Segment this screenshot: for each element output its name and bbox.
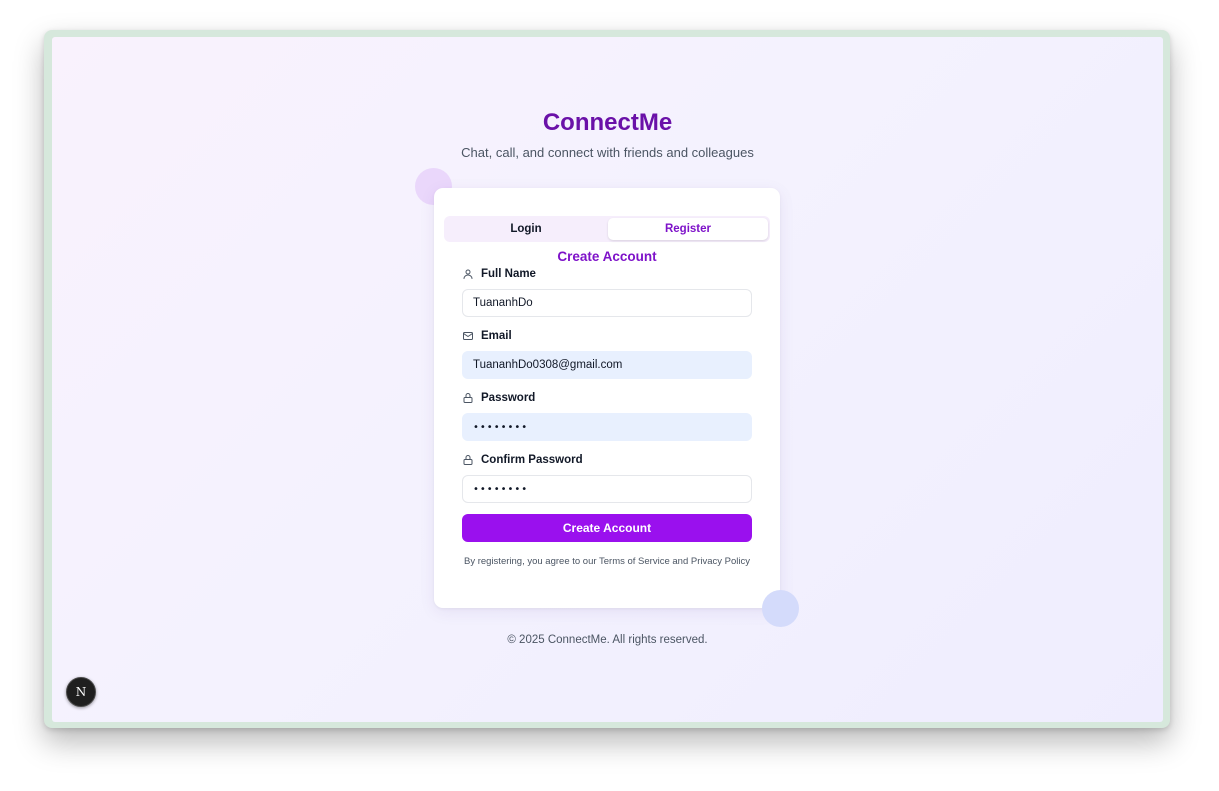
password-label: Password	[462, 390, 535, 406]
app-title: ConnectMe	[542, 109, 673, 136]
app-tagline: Chat, call, and connect with friends and…	[461, 145, 754, 160]
nextjs-dev-badge[interactable]: N	[66, 677, 96, 707]
full-name-input[interactable]	[462, 289, 752, 317]
mail-icon	[463, 332, 473, 340]
full-name-label-text: Full Name	[481, 268, 536, 280]
confirm-password-label: Confirm Password	[462, 452, 583, 468]
email-input[interactable]	[462, 351, 752, 379]
lock-icon	[463, 393, 473, 403]
user-icon	[463, 269, 473, 279]
email-label: Email	[462, 328, 512, 344]
tab-register[interactable]: Register	[608, 218, 768, 240]
tab-login[interactable]: Login	[446, 218, 606, 240]
terms-notice: By registering, you agree to our Terms o…	[463, 556, 750, 567]
password-label-text: Password	[481, 392, 536, 404]
password-input[interactable]	[462, 413, 752, 441]
email-label-text: Email	[481, 330, 512, 342]
confirm-password-input[interactable]	[462, 475, 752, 503]
page-viewport: ConnectMe Chat, call, and connect with f…	[52, 37, 1163, 722]
lock-icon	[463, 455, 473, 465]
auth-tabs: Login Register	[444, 216, 770, 242]
footer-copyright: © 2025 ConnectMe. All rights reserved.	[507, 634, 708, 646]
decorative-circle-bottom	[762, 590, 799, 627]
form-title: Create Account	[557, 249, 657, 264]
nextjs-icon: N	[75, 685, 87, 699]
full-name-label: Full Name	[462, 266, 536, 282]
auth-card: Login Register Create Account Full Name …	[434, 188, 780, 608]
confirm-password-label-text: Confirm Password	[481, 454, 583, 466]
create-account-button[interactable]: Create Account	[462, 514, 752, 542]
